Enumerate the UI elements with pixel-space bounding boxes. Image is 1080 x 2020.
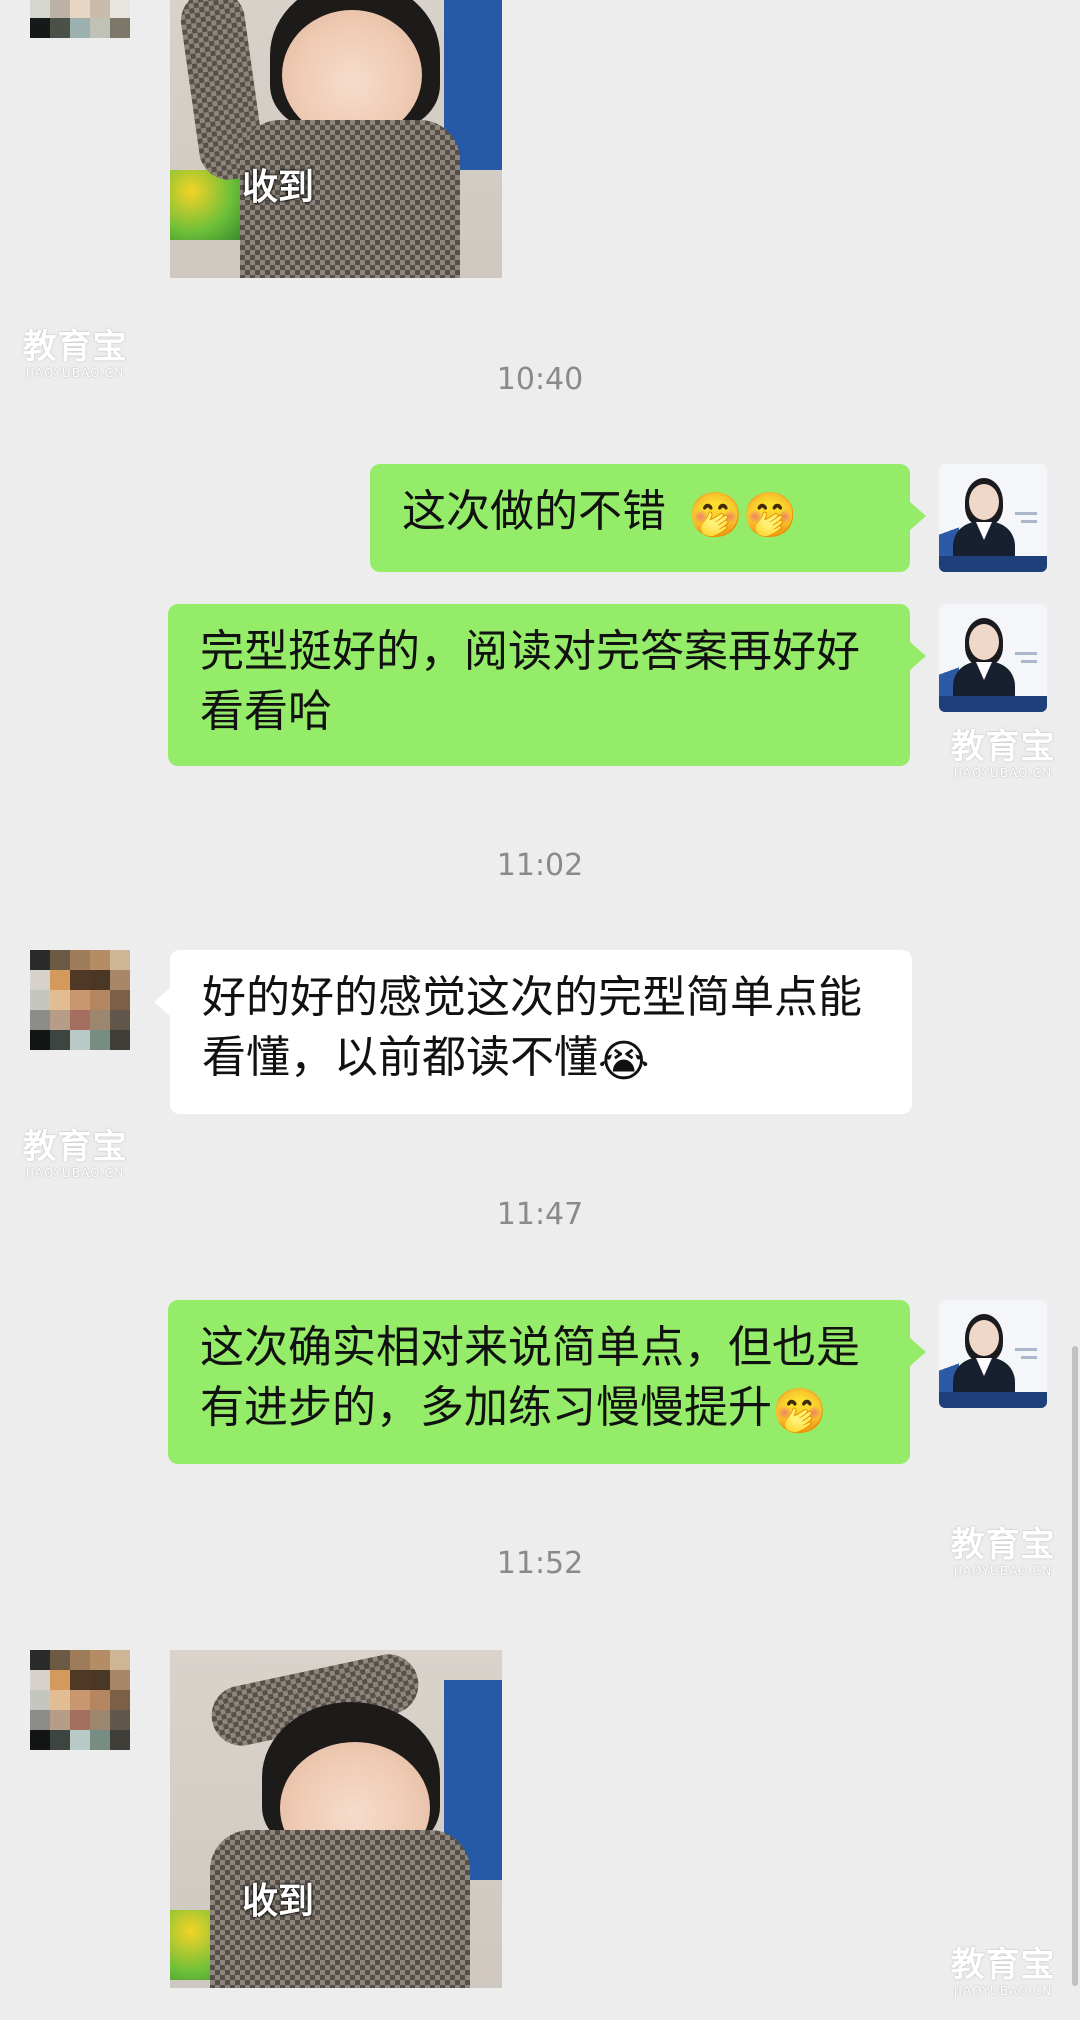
student-avatar[interactable] (30, 1650, 130, 1750)
scrollbar[interactable] (1072, 1346, 1078, 1986)
message-text: 这次做的不错 (402, 486, 666, 537)
message-bubble-sent[interactable]: 这次做的不错 🤭🤭 (370, 464, 910, 572)
watermark: 教育宝 JIAOYUBAO.CN (20, 1128, 130, 1180)
teacher-avatar[interactable] (939, 604, 1047, 712)
timestamp: 11:02 (496, 848, 584, 883)
emoji-icon: 😭 (598, 1036, 650, 1087)
message-bubble-sent[interactable]: 完型挺好的，阅读对完答案再好好看看哈 (168, 604, 910, 766)
watermark-subtext: JIAOYUBAO.CN (953, 1984, 1053, 1998)
timestamp: 11:52 (496, 1546, 584, 1581)
sticker-caption: 收到 (242, 167, 315, 208)
watermark-subtext: JIAOYUBAO.CN (953, 766, 1053, 780)
message-text: 完型挺好的，阅读对完答案再好好看看哈 (200, 626, 860, 737)
bubble-tail (910, 502, 926, 530)
bubble-tail (910, 1338, 926, 1366)
bubble-tail (910, 642, 926, 670)
watermark: 教育宝 JIAOYUBAO.CN (948, 728, 1058, 780)
message-bubble-sent[interactable]: 这次确实相对来说简单点，但也是有进步的，多加练习慢慢提升🤭 (168, 1300, 910, 1464)
bubble-tail (154, 988, 170, 1016)
watermark-text: 教育宝 (22, 327, 128, 367)
emoji-icon: 🤭🤭 (688, 490, 798, 541)
sticker-image[interactable]: 收到 (170, 1650, 502, 1988)
teacher-avatar[interactable] (939, 464, 1047, 572)
watermark-text: 教育宝 (950, 727, 1056, 767)
student-avatar[interactable] (30, 950, 130, 1050)
watermark-subtext: JIAOYUBAO.CN (25, 1166, 125, 1180)
timestamp: 11:47 (496, 1197, 584, 1232)
sticker-caption: 收到 (242, 1881, 315, 1922)
message-bubble-received[interactable]: 好的好的感觉这次的完型简单点能看懂，以前都读不懂😭 (170, 950, 912, 1114)
teacher-avatar[interactable] (939, 1300, 1047, 1408)
message-text: 这次确实相对来说简单点，但也是有进步的，多加练习慢慢提升 (200, 1322, 860, 1433)
timestamp: 10:40 (496, 362, 584, 397)
sticker-image[interactable]: 收到 (170, 0, 502, 278)
emoji-icon: 🤭 (772, 1386, 827, 1437)
watermark: 教育宝 JIAOYUBAO.CN (948, 1946, 1058, 1998)
watermark-text: 教育宝 (22, 1127, 128, 1167)
watermark-text: 教育宝 (950, 1945, 1056, 1985)
message-text: 好的好的感觉这次的完型简单点能看懂，以前都读不懂 (202, 972, 862, 1083)
student-avatar[interactable] (30, 0, 130, 38)
